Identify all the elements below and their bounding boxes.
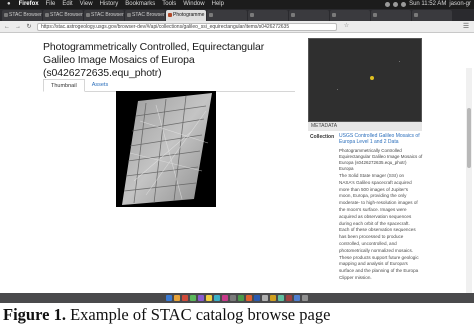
- browser-tab-label: STAC Browser: [91, 12, 124, 18]
- reload-icon[interactable]: ↻: [25, 23, 33, 31]
- browser-tab-label: STAC Browser: [9, 12, 42, 18]
- dock-app-icon[interactable]: [278, 295, 284, 301]
- bookmark-star-icon[interactable]: ☆: [343, 23, 350, 30]
- dock-app-icon[interactable]: [270, 295, 276, 301]
- dock-app-icon[interactable]: [206, 295, 212, 301]
- dock-app-icon[interactable]: [198, 295, 204, 301]
- menu-tools[interactable]: Tools: [162, 0, 176, 9]
- tab-favicon-icon: [332, 13, 336, 17]
- europa-mosaic-thumbnail: [116, 91, 216, 207]
- map-feature-dot: [399, 61, 400, 62]
- dock-app-icon[interactable]: [246, 295, 252, 301]
- tab-favicon-icon: [86, 13, 90, 17]
- dock-app-icon[interactable]: [262, 295, 268, 301]
- user-name[interactable]: jason-gr: [449, 0, 471, 9]
- caption-text: Example of STAC catalog browse page: [70, 305, 331, 324]
- dock-app-icon[interactable]: [254, 295, 260, 301]
- battery-icon[interactable]: [401, 2, 407, 7]
- tab-favicon-icon: [168, 13, 172, 17]
- menu-history[interactable]: History: [100, 0, 119, 9]
- tab-favicon-icon: [291, 13, 295, 17]
- figure-number: Figure 1.: [3, 305, 66, 324]
- browser-tab[interactable]: STAC Browser: [2, 10, 42, 21]
- menu-app-name[interactable]: Firefox: [19, 0, 39, 9]
- dock-app-icon[interactable]: [294, 295, 300, 301]
- tab-thumbnail[interactable]: Thumbnail: [43, 79, 85, 92]
- item-footprint-marker[interactable]: [370, 76, 374, 80]
- browser-tab[interactable]: STAC Browser: [125, 10, 165, 21]
- dock-app-icon[interactable]: [190, 295, 196, 301]
- back-arrow-icon[interactable]: ←: [3, 23, 11, 31]
- browser-tab-strip: STAC Browser STAC Browser STAC Browser S…: [0, 9, 474, 21]
- dock-app-icon[interactable]: [238, 295, 244, 301]
- browser-tab[interactable]: STAC Browser: [43, 10, 83, 21]
- thumbnail-image: [116, 91, 216, 207]
- tab-favicon-icon: [209, 13, 213, 17]
- browser-tab[interactable]: [248, 10, 288, 21]
- tab-favicon-icon: [45, 13, 49, 17]
- tab-favicon-icon: [4, 13, 8, 17]
- url-input[interactable]: https://stac.astrogeology.usgs.gov/brows…: [37, 22, 337, 31]
- os-dock: [0, 293, 474, 303]
- dock-app-icon[interactable]: [302, 295, 308, 301]
- dock-app-icon[interactable]: [174, 295, 180, 301]
- system-menu-bar: ● Firefox File Edit View History Bookmar…: [0, 0, 474, 9]
- browser-tab[interactable]: [371, 10, 411, 21]
- menu-help[interactable]: Help: [212, 0, 224, 9]
- page-scrollbar[interactable]: [466, 68, 472, 303]
- browser-tab[interactable]: [289, 10, 329, 21]
- browser-tab-active[interactable]: Photogramme: [166, 10, 206, 21]
- map-feature-dot: [337, 89, 338, 90]
- browser-tab-label: STAC Browser: [50, 12, 83, 18]
- tab-favicon-icon: [250, 13, 254, 17]
- dock-app-icon[interactable]: [214, 295, 220, 301]
- metadata-body: Collection USGS Controlled Galileo Mosai…: [308, 131, 422, 293]
- browser-tab-label: STAC Browser: [132, 12, 165, 18]
- dock-app-icon[interactable]: [166, 295, 172, 301]
- dock-app-icon[interactable]: [230, 295, 236, 301]
- menu-view[interactable]: View: [80, 0, 93, 9]
- footprint-map[interactable]: [308, 38, 422, 122]
- menu-window[interactable]: Window: [183, 0, 204, 9]
- hamburger-menu-icon[interactable]: ☰: [462, 23, 470, 31]
- metadata-line: Europa: [339, 166, 354, 171]
- dock-app-icon[interactable]: [222, 295, 228, 301]
- browser-tab[interactable]: [412, 10, 452, 21]
- sidebar: METADATA Collection USGS Controlled Gali…: [308, 34, 422, 293]
- navigation-bar: ← → ↻ https://stac.astrogeology.usgs.gov…: [0, 21, 474, 33]
- tray-status-icon[interactable]: [385, 2, 391, 7]
- menu-bookmarks[interactable]: Bookmarks: [125, 0, 155, 9]
- dock-app-icon[interactable]: [286, 295, 292, 301]
- wifi-icon[interactable]: [393, 2, 399, 7]
- browser-tab-label: Photogramme: [173, 12, 205, 18]
- system-clock[interactable]: Sun 11:52 AM: [409, 0, 446, 9]
- browser-tab[interactable]: [207, 10, 247, 21]
- tab-favicon-icon: [127, 13, 131, 17]
- collection-label: Collection: [310, 134, 335, 140]
- tab-favicon-icon: [414, 13, 418, 17]
- apple-logo-icon[interactable]: ●: [7, 0, 11, 9]
- scrollbar-thumb[interactable]: [467, 108, 471, 168]
- tab-favicon-icon: [373, 13, 377, 17]
- figure-caption: Figure 1. Example of STAC catalog browse…: [3, 304, 473, 325]
- tab-assets[interactable]: Assets: [85, 79, 116, 92]
- collection-description: The Solid State Imager (SSI) on NASA's G…: [339, 173, 419, 280]
- browser-screenshot: ● Firefox File Edit View History Bookmar…: [0, 0, 474, 303]
- page-title: Photogrammetrically Controlled, Equirect…: [43, 41, 265, 79]
- menu-file[interactable]: File: [46, 0, 56, 9]
- forward-arrow-icon[interactable]: →: [14, 23, 22, 31]
- browser-tab[interactable]: STAC Browser: [84, 10, 124, 21]
- page-content: Photogrammetrically Controlled, Equirect…: [0, 34, 474, 303]
- dock-app-icon[interactable]: [182, 295, 188, 301]
- collection-link[interactable]: USGS Controlled Galileo Mosaics of Europ…: [339, 133, 421, 146]
- menu-edit[interactable]: Edit: [62, 0, 72, 9]
- system-tray: Sun 11:52 AM jason-gr: [385, 0, 471, 9]
- main-column: Photogrammetrically Controlled, Equirect…: [40, 34, 295, 293]
- metadata-header: METADATA: [308, 122, 422, 131]
- browser-tab[interactable]: [330, 10, 370, 21]
